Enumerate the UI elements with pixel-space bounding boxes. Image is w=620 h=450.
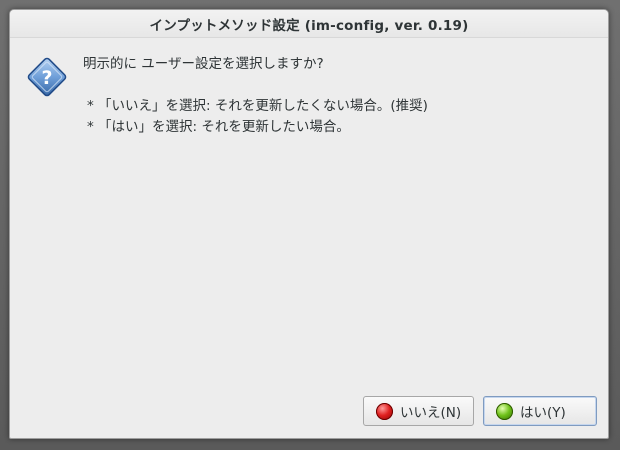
question-text: 明示的に ユーザー設定を選択しますか? (83, 56, 324, 72)
option-no-description: * 「いいえ」を選択: それを更新したくない場合。(推奨) (87, 98, 428, 114)
green-led-icon (496, 402, 513, 420)
button-row: いいえ(N) はい(Y) (363, 396, 597, 426)
no-button[interactable]: いいえ(N) (363, 396, 474, 426)
dialog-message: 明示的に ユーザー設定を選択しますか? * 「いいえ」を選択: それを更新したく… (83, 54, 428, 138)
svg-text:?: ? (41, 67, 52, 89)
yes-button-label: はい(Y) (520, 405, 566, 421)
option-list: * 「いいえ」を選択: それを更新したくない場合。(推奨) * 「はい」を選択:… (83, 96, 428, 138)
dialog-window: インプットメソッド設定 (im-config, ver. 0.19) ? 明示的… (9, 9, 609, 439)
option-yes-description: * 「はい」を選択: それを更新したい場合。 (87, 119, 350, 135)
yes-button[interactable]: はい(Y) (483, 396, 597, 426)
red-led-icon (376, 402, 393, 420)
question-icon: ? (27, 57, 67, 97)
window-title: インプットメソッド設定 (im-config, ver. 0.19) (149, 17, 469, 34)
window-titlebar[interactable]: インプットメソッド設定 (im-config, ver. 0.19) (10, 10, 608, 38)
no-button-label: いいえ(N) (400, 405, 462, 421)
